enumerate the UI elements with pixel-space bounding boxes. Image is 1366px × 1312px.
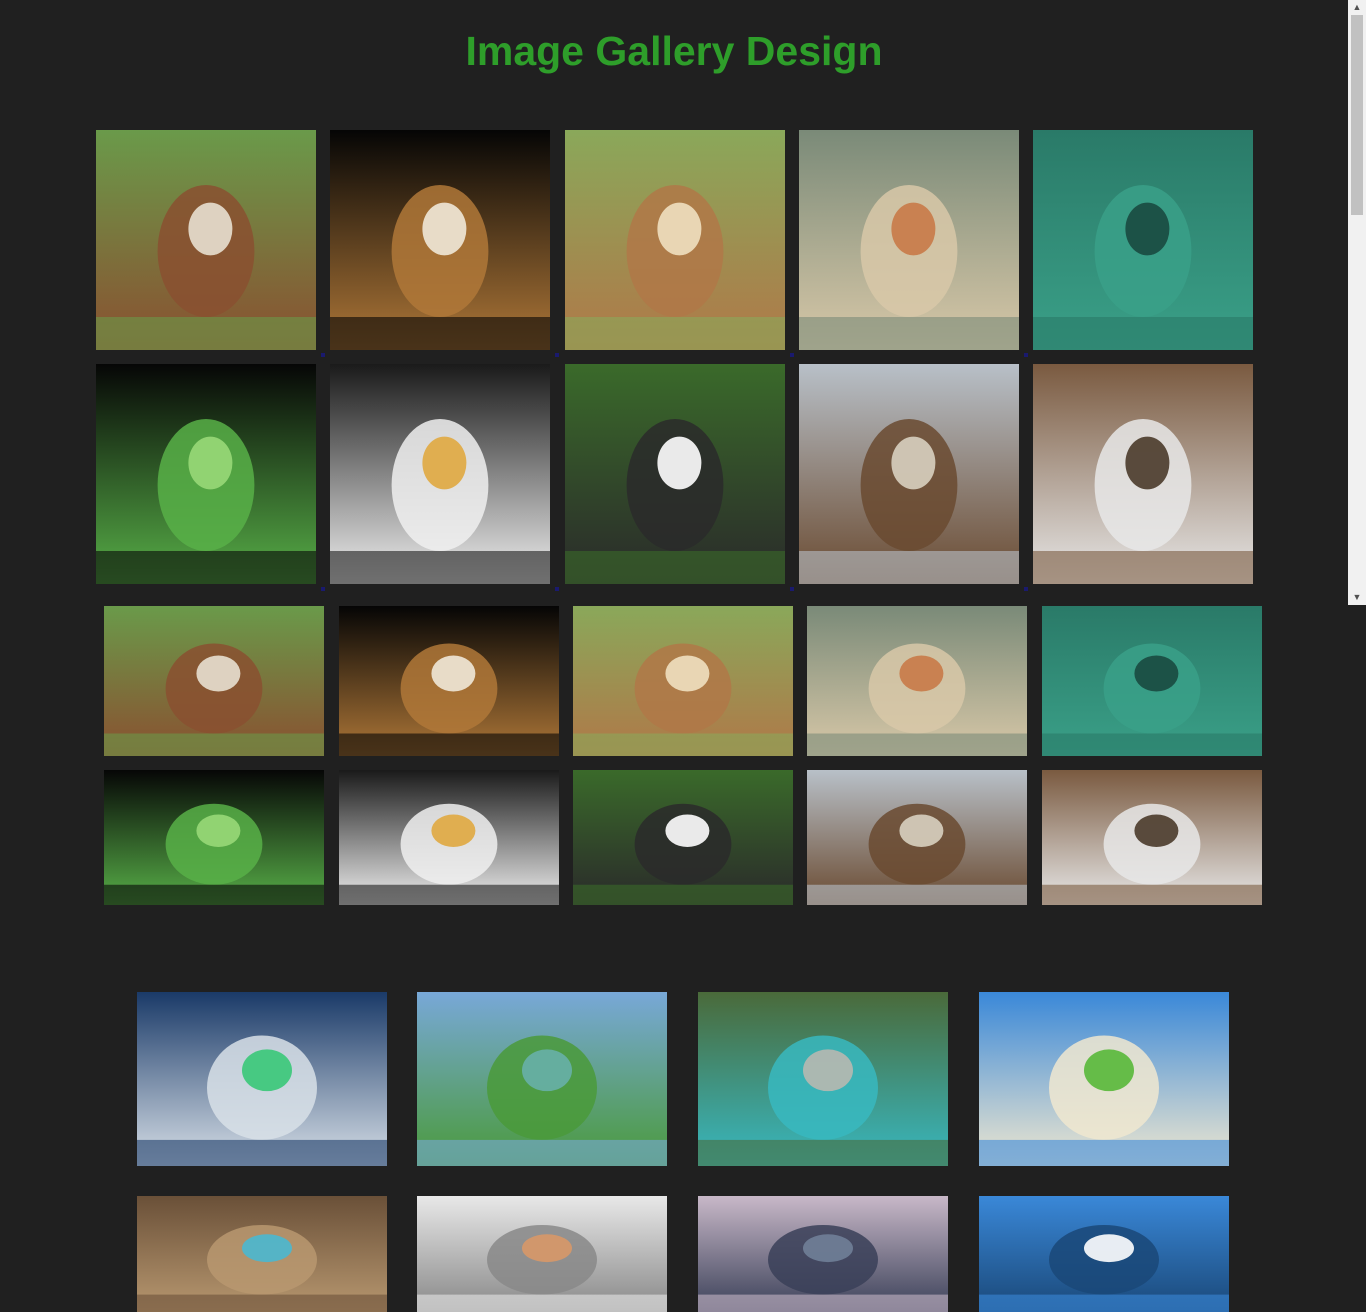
- animal-tile-puppies[interactable]: [799, 130, 1019, 350]
- landscape-tile-tropical-beach[interactable]: [979, 992, 1229, 1166]
- landscape-tile-city-skyline[interactable]: [698, 1196, 948, 1312]
- gap-marker: [790, 587, 794, 591]
- landscape-tile-glass-building[interactable]: [979, 1196, 1229, 1312]
- gap-marker: [1024, 353, 1028, 357]
- landscape-tile-mountain-lake[interactable]: [417, 992, 667, 1166]
- vertical-scrollbar[interactable]: ▲ ▼: [1348, 0, 1366, 605]
- strip-tile-yak[interactable]: [807, 770, 1027, 905]
- page: Image Gallery Design ▲ ▼: [0, 0, 1366, 1312]
- scroll-down-arrow-icon[interactable]: ▼: [1348, 590, 1366, 605]
- animal-tile-yak[interactable]: [799, 364, 1019, 584]
- gap-marker: [555, 353, 559, 357]
- animal-tile-turtle[interactable]: [1033, 130, 1253, 350]
- strip-tile-puppies[interactable]: [807, 606, 1027, 756]
- strip-tile-snake[interactable]: [104, 770, 324, 905]
- strip-tile-rabbit[interactable]: [573, 770, 793, 905]
- animal-tile-wolf[interactable]: [1033, 364, 1253, 584]
- landscape-tile-sea-cave[interactable]: [137, 1196, 387, 1312]
- strip-tile-wolf[interactable]: [1042, 770, 1262, 905]
- gap-marker: [321, 587, 325, 591]
- page-title: Image Gallery Design: [465, 28, 883, 74]
- gallery-scroll-viewport[interactable]: Image Gallery Design ▲ ▼: [0, 0, 1366, 605]
- gap-marker: [1024, 587, 1028, 591]
- gap-marker: [321, 353, 325, 357]
- animal-tile-tiger[interactable]: [330, 130, 550, 350]
- strip-tile-deer[interactable]: [573, 606, 793, 756]
- landscape-tile-aurora-snow[interactable]: [137, 992, 387, 1166]
- animal-tile-eagle[interactable]: [330, 364, 550, 584]
- landscape-tile-stone-bridge[interactable]: [698, 992, 948, 1166]
- strip-tile-eagle[interactable]: [339, 770, 559, 905]
- scroll-up-arrow-icon[interactable]: ▲: [1348, 0, 1366, 15]
- animal-tile-deer[interactable]: [565, 130, 785, 350]
- animal-tile-snake[interactable]: [96, 364, 316, 584]
- landscape-tile-modern-atrium[interactable]: [417, 1196, 667, 1312]
- gap-marker: [790, 353, 794, 357]
- animal-tile-rabbit[interactable]: [565, 364, 785, 584]
- gap-marker: [555, 587, 559, 591]
- strip-tile-squirrel[interactable]: [104, 606, 324, 756]
- animal-tile-squirrel[interactable]: [96, 130, 316, 350]
- strip-tile-turtle[interactable]: [1042, 606, 1262, 756]
- strip-tile-tiger[interactable]: [339, 606, 559, 756]
- scrollbar-thumb[interactable]: [1351, 15, 1363, 215]
